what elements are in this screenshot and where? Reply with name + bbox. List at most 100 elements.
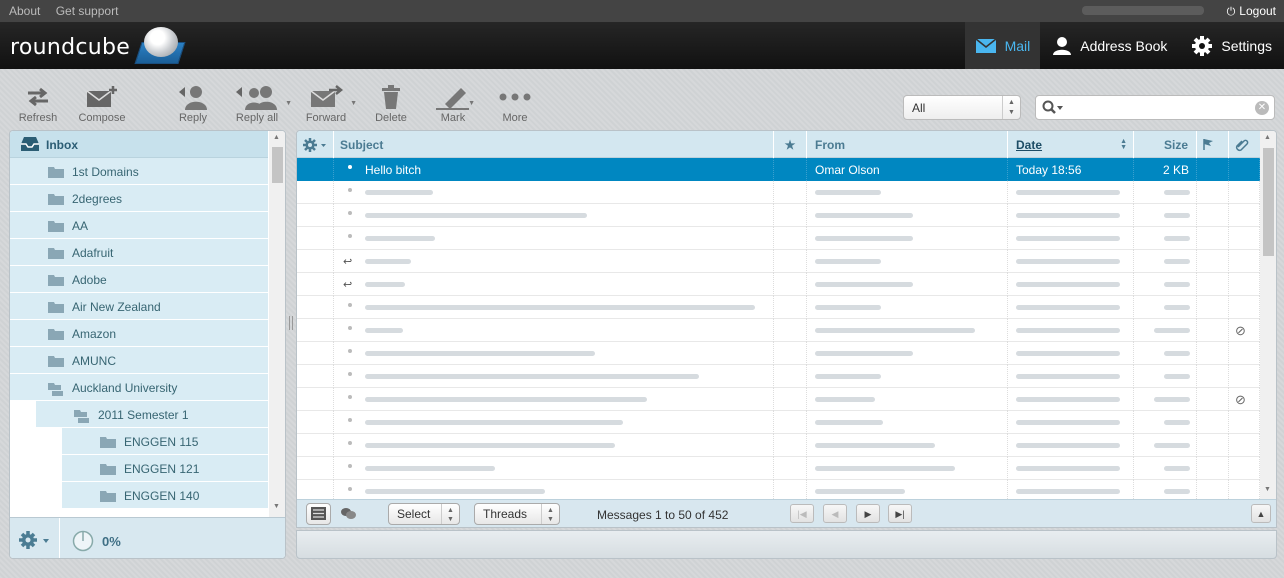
folder-item[interactable]: ENGGEN 121 <box>62 455 268 482</box>
message-list-footer: Select ▲ ▼ Threads ▲ ▼ Messages 1 to 50 of… <box>297 499 1276 527</box>
reply-all-button[interactable]: Reply all ▼ <box>230 82 292 124</box>
reply-button[interactable]: Reply <box>174 82 212 124</box>
logout-button[interactable]: ⏻ Logout <box>1227 4 1276 19</box>
scrollbar-thumb[interactable] <box>1263 148 1274 256</box>
search-icon[interactable] <box>1042 100 1064 118</box>
next-page-button[interactable]: ▶ <box>856 504 880 523</box>
scroll-down-icon[interactable]: ▼ <box>1264 486 1271 493</box>
get-support-link[interactable]: Get support <box>56 4 119 18</box>
mark-dropdown-icon[interactable]: ▼ <box>468 100 475 107</box>
folder-item-label: Adafruit <box>72 246 114 260</box>
task-mail[interactable]: Mail <box>964 22 1041 69</box>
threads-view-icon[interactable] <box>340 507 356 523</box>
message-row[interactable]: ⊘ <box>297 319 1260 342</box>
refresh-button[interactable]: Refresh <box>16 82 60 124</box>
message-cell <box>297 411 334 434</box>
last-page-button[interactable]: ▶| <box>888 504 912 523</box>
folder-item[interactable]: Adobe <box>10 266 268 293</box>
more-button[interactable]: More <box>496 82 534 124</box>
obscured-date <box>1016 259 1120 264</box>
mark-button[interactable]: Mark ▼ <box>433 82 475 124</box>
list-view-button[interactable] <box>306 503 331 525</box>
folder-item[interactable]: Amazon <box>10 320 268 347</box>
forward-button[interactable]: Forward ▼ <box>303 82 357 124</box>
scroll-down-icon[interactable]: ▼ <box>273 503 280 510</box>
column-flagged-star[interactable]: ★ <box>774 131 807 158</box>
message-row[interactable]: ↩ <box>297 250 1260 273</box>
message-row[interactable] <box>297 342 1260 365</box>
folder-item[interactable]: ENGGEN 140 <box>62 482 268 509</box>
column-attachment[interactable] <box>1229 131 1260 158</box>
folder-item[interactable]: AMUNC <box>10 347 268 374</box>
prev-page-button[interactable]: ◀ <box>823 504 847 523</box>
search-input[interactable] <box>1066 99 1256 117</box>
folder-icon <box>48 274 64 289</box>
reply-all-dropdown-icon[interactable]: ▼ <box>285 100 292 107</box>
delete-button[interactable]: Delete <box>371 82 411 124</box>
username-redacted <box>1082 6 1204 15</box>
message-row[interactable] <box>297 411 1260 434</box>
folder-item[interactable]: AA <box>10 212 268 239</box>
message-row[interactable] <box>297 181 1260 204</box>
pane-splitter[interactable] <box>289 316 293 330</box>
message-row[interactable]: ↩ <box>297 273 1260 296</box>
more-dots-icon <box>496 82 534 112</box>
column-from-label: From <box>815 138 845 152</box>
folder-inbox[interactable]: Inbox <box>10 131 268 158</box>
compose-button[interactable]: Compose <box>74 82 130 124</box>
folder-item[interactable]: Air New Zealand <box>10 293 268 320</box>
list-options-button[interactable] <box>297 131 334 158</box>
message-dot-icon <box>348 188 352 192</box>
message-row[interactable] <box>297 365 1260 388</box>
quota-pie-icon <box>72 530 94 552</box>
search-filter-select[interactable]: All ▲ ▼ <box>903 95 1021 120</box>
message-count: Messages 1 to 50 of 452 <box>597 508 729 522</box>
message-row[interactable] <box>297 457 1260 480</box>
first-page-button[interactable]: |◀ <box>790 504 814 523</box>
select-arrows-icon: ▲ ▼ <box>1002 96 1020 119</box>
folder-item[interactable]: ENGGEN 115 <box>62 428 268 455</box>
obscured-size <box>1164 282 1190 287</box>
column-from[interactable]: From <box>807 131 1008 158</box>
toggle-preview-button[interactable]: ▲ <box>1251 504 1271 523</box>
message-row[interactable] <box>297 296 1260 319</box>
message-cell <box>297 227 334 250</box>
preview-pane-collapsed[interactable] <box>296 530 1277 559</box>
search-filter-value: All <box>912 101 926 115</box>
forward-label: Forward <box>305 112 347 124</box>
clear-search-icon[interactable]: ✕ <box>1255 101 1269 115</box>
message-list-header: Subject ★ From Date ▲ ▼ Size <box>297 131 1260 158</box>
column-flag[interactable] <box>1197 131 1229 158</box>
list-view-icon <box>311 507 326 520</box>
folder-actions-gear-icon[interactable] <box>18 530 52 553</box>
folder-item[interactable]: 2degrees <box>10 185 268 212</box>
task-settings[interactable]: Settings <box>1179 22 1284 69</box>
column-size[interactable]: Size <box>1134 131 1197 158</box>
scroll-up-icon[interactable]: ▲ <box>273 134 280 141</box>
scroll-up-icon[interactable]: ▲ <box>1264 134 1271 141</box>
message-row[interactable]: Hello bitch Omar Olson Today 18:56 2 KB <box>297 158 1260 181</box>
folder-item[interactable]: 1st Domains <box>10 158 268 185</box>
message-from: Omar Olson <box>815 163 880 177</box>
folder-item[interactable]: Adafruit <box>10 239 268 266</box>
task-address-book[interactable]: Address Book <box>1040 22 1179 69</box>
message-row[interactable] <box>297 434 1260 457</box>
message-row[interactable]: ⊘ <box>297 388 1260 411</box>
threads-menu-button[interactable]: Threads ▲ ▼ <box>474 503 560 525</box>
about-link[interactable]: About <box>9 4 40 18</box>
column-date[interactable]: Date ▲ ▼ <box>1008 131 1134 158</box>
scrollbar-thumb[interactable] <box>272 147 283 183</box>
obscured-size <box>1164 420 1190 425</box>
folder-scrollbar[interactable]: ▲ ▼ <box>269 131 285 517</box>
refresh-label: Refresh <box>18 112 58 124</box>
forward-dropdown-icon[interactable]: ▼ <box>350 100 357 107</box>
folder-item[interactable]: 2011 Semester 1 <box>36 401 268 428</box>
select-menu-button[interactable]: Select ▲ ▼ <box>388 503 460 525</box>
message-scrollbar[interactable]: ▲ ▼ <box>1260 131 1276 501</box>
column-subject[interactable]: Subject <box>334 131 774 158</box>
folder-item[interactable]: Auckland University <box>10 374 268 401</box>
message-row[interactable] <box>297 227 1260 250</box>
message-row[interactable] <box>297 204 1260 227</box>
folder-item-label: ENGGEN 121 <box>124 462 200 476</box>
folder-icon <box>48 166 64 181</box>
